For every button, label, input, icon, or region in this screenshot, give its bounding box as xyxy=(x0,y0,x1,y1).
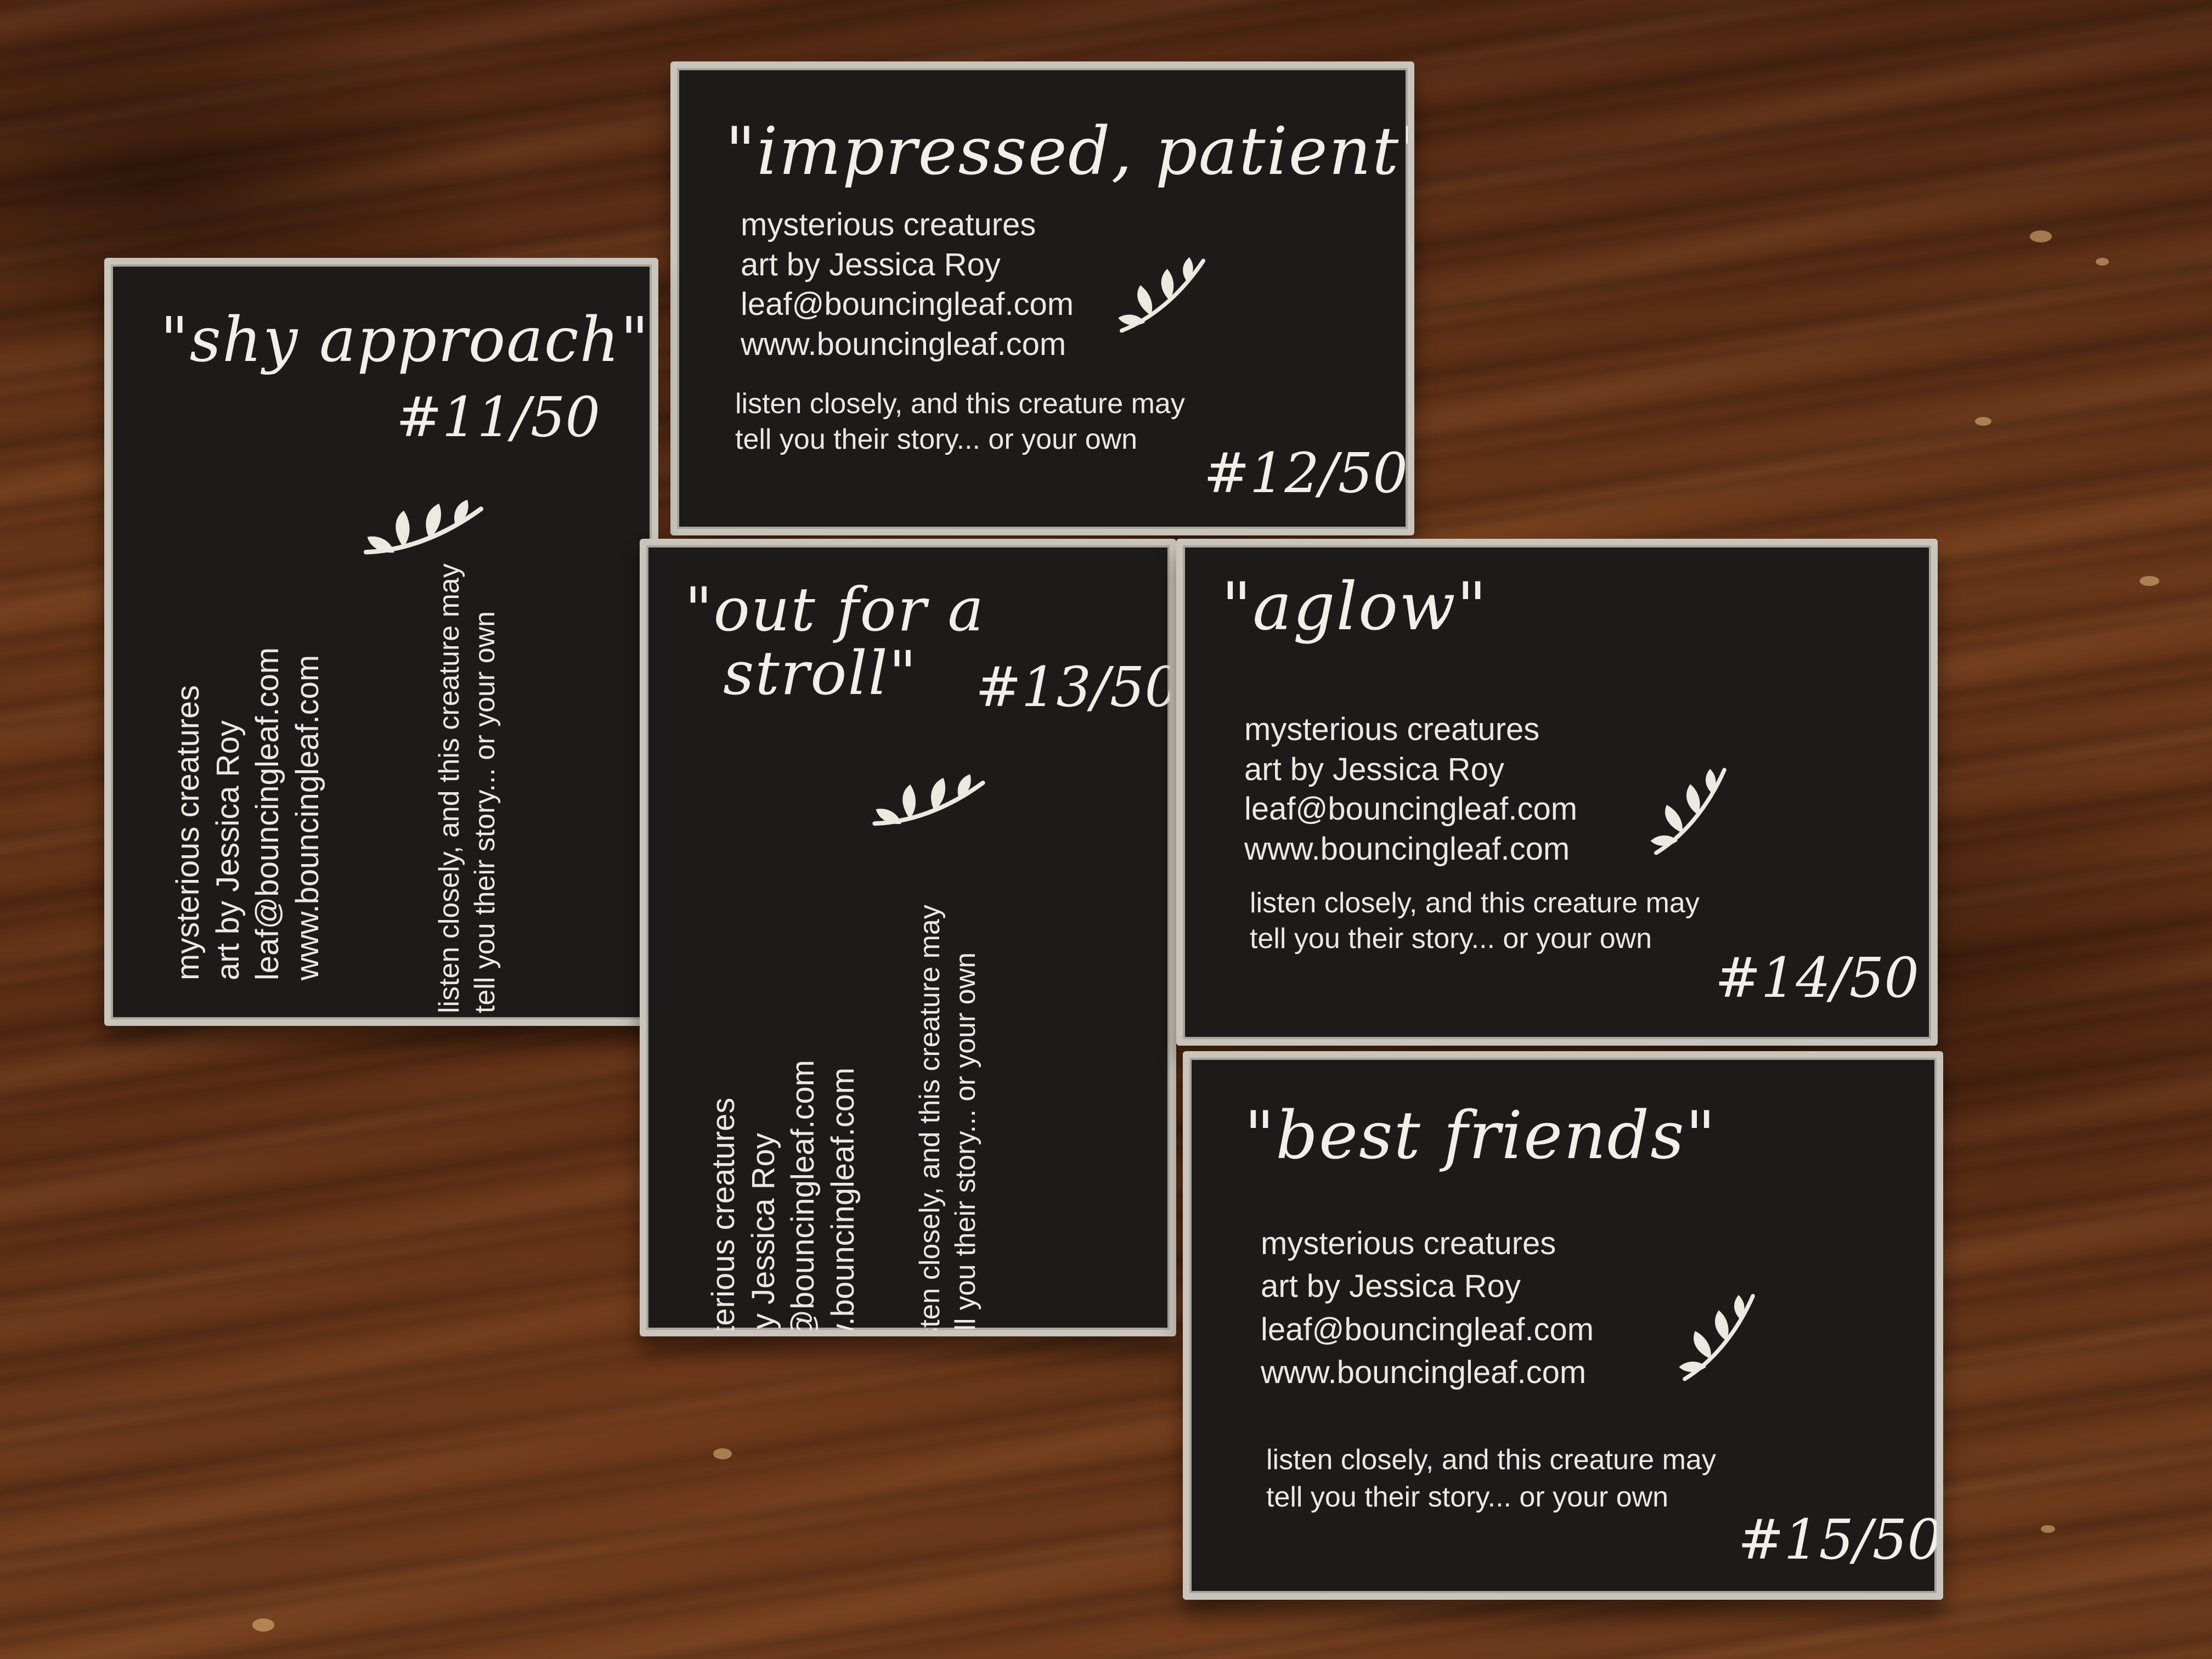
card-best-friends: "best friends" mysterious creatures art … xyxy=(1183,1051,1943,1600)
info-line: art by Jessica Roy xyxy=(741,246,1001,283)
wood-speck xyxy=(713,1448,732,1459)
info-line: mysterious creatures xyxy=(741,207,1036,242)
tagline-line: tell you their story... or your own xyxy=(469,611,501,1013)
tagline-line: tell you their story... or your own xyxy=(735,424,1138,455)
card-tagline: listen closely, and this creature may te… xyxy=(912,806,984,1336)
tagline-line: tell you their story... or your own xyxy=(950,952,981,1336)
card-info: mysterious creatures art by Jessica Roy … xyxy=(1261,1222,1594,1394)
wood-speck xyxy=(1975,417,1991,426)
info-line: art by Jessica Roy xyxy=(210,720,246,980)
wood-speck xyxy=(252,1618,274,1632)
info-line: art by Jessica Roy xyxy=(1261,1268,1521,1305)
tagline-line: tell you their story... or your own xyxy=(1250,923,1652,955)
card-info: mysterious creatures art by Jessica Roy … xyxy=(1244,710,1577,869)
edition-number: #15/50 xyxy=(1738,1508,1942,1572)
info-line: art by Jessica Roy xyxy=(1244,751,1504,787)
leaf-sprig-icon xyxy=(1116,255,1209,337)
info-line: leaf@bouncingleaf.com xyxy=(1261,1311,1594,1347)
tagline-line: listen closely, and this creature may xyxy=(1250,887,1700,919)
card-impressed-patient: "impressed, patient" mysterious creature… xyxy=(670,61,1414,535)
card-info: mysterious creatures art by Jessica Roy … xyxy=(168,541,328,980)
wood-speck xyxy=(2140,576,2159,586)
info-line: mysterious creatures xyxy=(170,685,206,980)
card-title: "out for a stroll" xyxy=(685,578,985,705)
card-title: "impressed, patient" xyxy=(725,114,1414,190)
card-tagline: listen closely, and this creature may te… xyxy=(432,476,503,1013)
tagline-line: listen closely, and this creature may xyxy=(914,905,946,1336)
info-line: mysterious creatures xyxy=(706,1097,741,1336)
card-info: mysterious creatures art by Jessica Roy … xyxy=(741,205,1074,364)
info-line: leaf@bouncingleaf.com xyxy=(785,1059,821,1336)
leaf-sprig-icon xyxy=(1637,758,1745,866)
info-line: leaf@bouncingleaf.com xyxy=(741,286,1074,322)
edition-number: #13/50 xyxy=(975,655,1176,719)
edition-number: #11/50 xyxy=(396,385,600,449)
info-line: mysterious creatures xyxy=(1261,1226,1556,1261)
wood-speck xyxy=(2041,1525,2055,1533)
info-line: mysterious creatures xyxy=(1244,712,1540,747)
tagline-line: listen closely, and this creature may xyxy=(433,563,465,1013)
wood-speck xyxy=(2030,230,2052,242)
info-line: www.bouncingleaf.com xyxy=(741,326,1066,362)
card-title: "aglow" xyxy=(1221,569,1488,645)
info-line: www.bouncingleaf.com xyxy=(1244,831,1570,867)
tagline-line: listen closely, and this creature may xyxy=(1266,1444,1716,1476)
card-shy-approach: "shy approach" #11/50 mysterious creatur… xyxy=(104,258,658,1026)
wood-speck xyxy=(2096,258,2109,266)
card-title: "best friends" xyxy=(1244,1098,1717,1174)
tagline-line: tell you their story... or your own xyxy=(1266,1481,1669,1513)
tagline-line: listen closely, and this creature may xyxy=(735,388,1185,420)
card-out-for-a-stroll: "out for a stroll" #13/50 mysterious cre… xyxy=(640,539,1176,1336)
card-title-line: "out for a xyxy=(685,574,985,645)
card-aglow: "aglow" mysterious creatures art by Jess… xyxy=(1176,539,1938,1046)
info-line: leaf@bouncingleaf.com xyxy=(250,647,285,980)
info-line: www.bouncingleaf.com xyxy=(825,1067,861,1336)
edition-number: #14/50 xyxy=(1715,946,1919,1010)
edition-number: #12/50 xyxy=(1204,441,1408,505)
card-info: mysterious creatures art by Jessica Roy … xyxy=(704,866,863,1336)
card-title-line: stroll" xyxy=(723,637,918,708)
info-line: art by Jessica Roy xyxy=(745,1133,781,1336)
card-tagline: listen closely, and this creature may te… xyxy=(1266,1442,1716,1516)
card-tagline: listen closely, and this creature may te… xyxy=(735,386,1185,458)
info-line: www.bouncingleaf.com xyxy=(1261,1354,1587,1390)
card-title: "shy approach" xyxy=(160,304,650,376)
card-tagline: listen closely, and this creature may te… xyxy=(1250,885,1700,957)
info-line: leaf@bouncingleaf.com xyxy=(1244,791,1578,827)
leaf-sprig-icon xyxy=(1664,1281,1774,1395)
info-line: www.bouncingleaf.com xyxy=(289,654,325,980)
